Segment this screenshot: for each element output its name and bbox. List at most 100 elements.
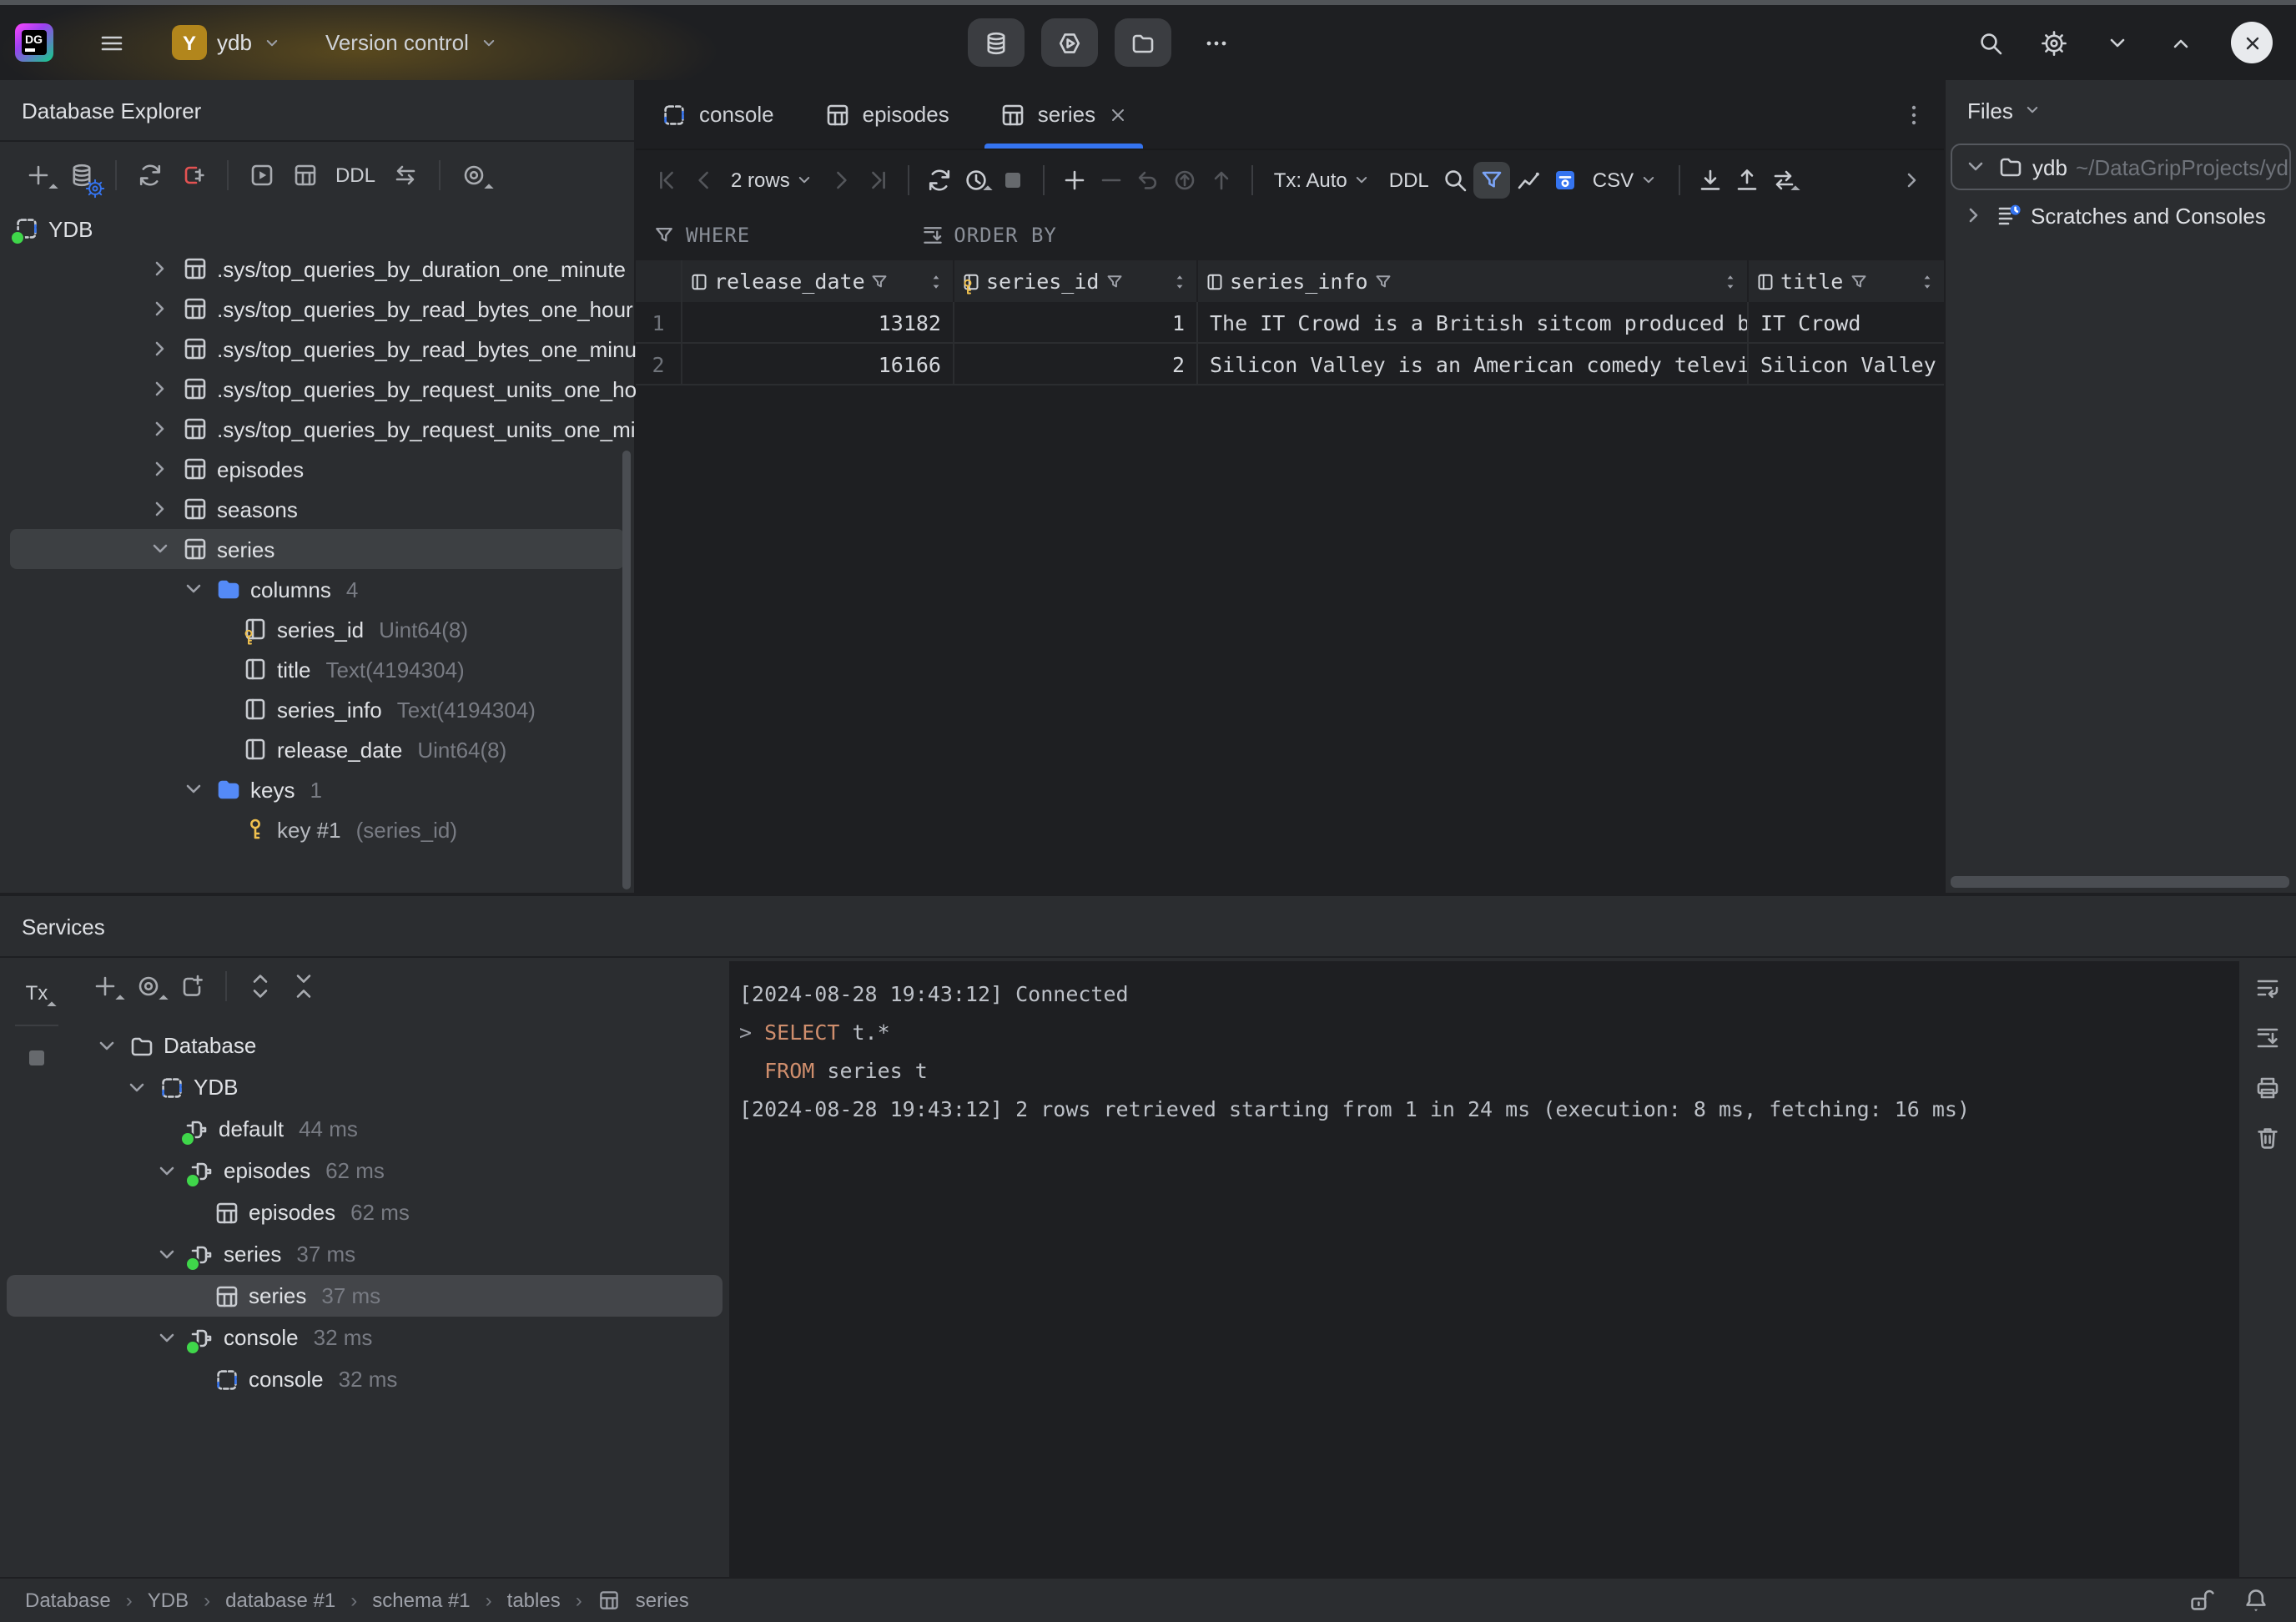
find-button[interactable] [1438, 162, 1474, 199]
view-options-button[interactable] [452, 154, 496, 197]
files-item-project-root[interactable]: ydb ~/DataGripProjects/ydb [1951, 144, 2291, 190]
cell-series-info[interactable]: The IT Crowd is a British sitcom produce… [1198, 302, 1749, 344]
more-toolbar-button[interactable] [1894, 162, 1931, 199]
tx-dropdown[interactable]: Tx [15, 971, 58, 1015]
lock-open-icon[interactable] [2188, 1587, 2214, 1614]
column-header-title[interactable]: title [1749, 260, 1944, 302]
stop-button[interactable] [995, 162, 1032, 199]
tab-options-kebab-icon[interactable] [1901, 101, 1927, 128]
export-button[interactable] [1729, 162, 1765, 199]
crumb-database-1[interactable]: database #1 [225, 1589, 335, 1612]
cell-title[interactable]: IT Crowd [1749, 302, 1944, 344]
tree-item-table[interactable]: .sys/top_queries_by_duration_one_minute [0, 249, 634, 289]
close-tab-icon[interactable] [1107, 104, 1127, 124]
tab-episodes[interactable]: episodes [799, 80, 974, 149]
tree-item-column-series-id[interactable]: series_idUint64(8) [0, 609, 634, 649]
export-format-dropdown[interactable]: CSV [1584, 169, 1667, 192]
tree-item-result-series-selected[interactable]: series37 ms [7, 1275, 723, 1317]
ddl-button[interactable]: DDL [1381, 169, 1438, 192]
tree-item-ydb-root[interactable]: YDB [0, 209, 634, 249]
console-output[interactable]: [2024-08-28 19:43:12] Connected > SELECT… [729, 961, 2239, 1577]
new-console-button[interactable] [240, 154, 284, 197]
grid-row-1[interactable]: 1 13182 1 The IT Crowd is a British sitc… [636, 302, 1944, 344]
files-horizontal-scrollbar[interactable] [1951, 876, 2289, 888]
cell-series-id[interactable]: 1 [954, 302, 1198, 344]
tab-console[interactable]: console [636, 80, 799, 149]
cell-title[interactable]: Silicon Valley [1749, 344, 1944, 385]
import-button[interactable] [1692, 162, 1729, 199]
tree-item-table-seasons[interactable]: seasons [0, 489, 634, 529]
cancel-changes-button[interactable] [1167, 162, 1204, 199]
submit-button[interactable] [1204, 162, 1241, 199]
ddl-button[interactable]: DDL [327, 154, 384, 197]
crumb-tables[interactable]: tables [507, 1589, 561, 1612]
tree-item-table[interactable]: .sys/top_queries_by_read_bytes_one_minut… [0, 329, 634, 369]
query-history-button[interactable] [959, 162, 995, 199]
tree-item-column-series-info[interactable]: series_infoText(4194304) [0, 689, 634, 729]
tx-mode-dropdown[interactable]: Tx: Auto [1266, 169, 1381, 192]
tree-item-keys-group[interactable]: keys1 [0, 769, 634, 809]
grid-row-2[interactable]: 2 16166 2 Silicon Valley is an American … [636, 344, 1944, 385]
add-row-button[interactable] [1057, 162, 1094, 199]
datasource-properties-button[interactable] [60, 154, 103, 197]
tree-item-ydb[interactable]: YDB [0, 1066, 729, 1108]
cell-series-id[interactable]: 2 [954, 344, 1198, 385]
database-tool-button[interactable] [968, 18, 1025, 67]
more-actions-button[interactable] [1188, 18, 1245, 67]
main-menu-button[interactable] [83, 18, 140, 67]
crumb-ydb[interactable]: YDB [148, 1589, 189, 1612]
select-opened-object-button[interactable] [384, 154, 427, 197]
view-options-button[interactable] [1548, 162, 1584, 199]
disconnect-button[interactable] [172, 154, 215, 197]
tree-item-table-episodes[interactable]: episodes [0, 449, 634, 489]
tree-item-table[interactable]: .sys/top_queries_by_request_units_one_ho… [0, 369, 634, 409]
next-page-button[interactable] [823, 162, 860, 199]
page-size-dropdown[interactable]: 2 rows [723, 169, 823, 192]
filter-panel-button[interactable] [1474, 162, 1511, 199]
column-header-series-id[interactable]: series_id [954, 260, 1198, 302]
tree-item-table[interactable]: .sys/top_queries_by_read_bytes_one_hour [0, 289, 634, 329]
compare-button[interactable] [1765, 162, 1802, 199]
open-in-new-tab-button[interactable] [170, 965, 214, 1008]
column-header-series-info[interactable]: series_info [1198, 260, 1749, 302]
tree-item-table-series-selected[interactable]: series [10, 529, 624, 569]
notifications-bell-icon[interactable] [2243, 1587, 2269, 1614]
tree-item-session-series[interactable]: series37 ms [0, 1233, 729, 1275]
add-button[interactable] [83, 965, 127, 1008]
cell-release-date[interactable]: 16166 [682, 344, 954, 385]
files-title[interactable]: Files [1946, 80, 2296, 140]
where-label[interactable]: WHERE [686, 224, 750, 247]
collapse-all-button[interactable] [282, 965, 325, 1008]
tree-item-column-release-date[interactable]: release_dateUint64(8) [0, 729, 634, 769]
tree-item-session-episodes[interactable]: episodes62 ms [0, 1150, 729, 1191]
search-icon[interactable] [1977, 29, 2004, 56]
previous-page-button[interactable] [686, 162, 723, 199]
scroll-to-end-icon[interactable] [2254, 1025, 2281, 1051]
cell-release-date[interactable]: 13182 [682, 302, 954, 344]
project-widget[interactable]: Y ydb [172, 25, 282, 60]
tree-item-table[interactable]: .sys/top_queries_by_request_units_one_mi… [0, 409, 634, 449]
view-options-button[interactable] [127, 965, 170, 1008]
tree-item-result-episodes[interactable]: episodes62 ms [0, 1191, 729, 1233]
crumb-schema-1[interactable]: schema #1 [372, 1589, 470, 1612]
corner-cell[interactable] [636, 260, 682, 302]
chevron-up-icon[interactable] [2168, 29, 2194, 56]
tree-item-session-console[interactable]: console32 ms [0, 1317, 729, 1358]
order-by-label[interactable]: ORDER BY [954, 224, 1057, 247]
cell-series-info[interactable]: Silicon Valley is an American comedy tel… [1198, 344, 1749, 385]
add-datasource-button[interactable] [17, 154, 60, 197]
last-page-button[interactable] [860, 162, 897, 199]
files-item-scratches[interactable]: Scratches and Consoles [1951, 194, 2291, 237]
reload-data-button[interactable] [922, 162, 959, 199]
delete-row-button[interactable] [1094, 162, 1130, 199]
tree-item-database[interactable]: Database [0, 1025, 729, 1066]
explorer-scrollbar[interactable] [622, 451, 631, 889]
chart-button[interactable] [1511, 162, 1548, 199]
print-icon[interactable] [2254, 1075, 2281, 1101]
run-button[interactable] [1041, 18, 1098, 67]
close-window-button[interactable] [2231, 22, 2273, 63]
settings-gear-icon[interactable] [2041, 29, 2067, 56]
refresh-button[interactable] [128, 154, 172, 197]
chevron-down-icon[interactable] [2104, 29, 2131, 56]
tree-item-columns-group[interactable]: columns4 [0, 569, 634, 609]
